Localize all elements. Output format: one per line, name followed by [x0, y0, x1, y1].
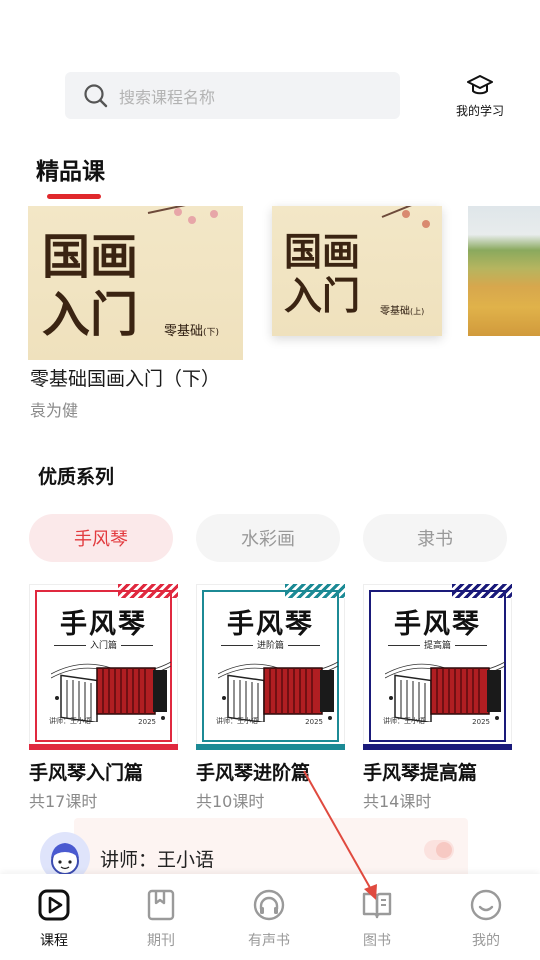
featured-course-teacher: 袁为健	[30, 401, 79, 420]
accordion-illustration	[51, 661, 171, 722]
series-cover-subtitle: 入门篇	[37, 638, 170, 651]
teacher-toggle[interactable]	[424, 840, 454, 860]
series-cover-subtitle: 进阶篇	[204, 638, 337, 651]
series-name: 手风琴提高篇	[363, 762, 478, 784]
course-cover: 国画 入门 零基础(下)	[28, 206, 243, 360]
tab-label: 有声书	[248, 933, 290, 949]
series-cover: 手风琴 进阶篇 讲师：王小语 2025	[202, 590, 339, 742]
cover-text-line2: 入门	[42, 287, 139, 343]
tab-label: 课程	[40, 933, 68, 949]
series-cover-teacher: 讲师：王小语	[49, 717, 91, 725]
course-cover: 国画 入门 零基础(上)	[272, 206, 442, 336]
graduation-cap-icon	[467, 75, 493, 95]
cover-part: (上)	[410, 307, 425, 316]
accordion-illustration	[385, 661, 505, 722]
series-cover: 手风琴 入门篇 讲师：王小语 2025	[35, 590, 172, 742]
series-cover-title: 手风琴	[227, 609, 314, 640]
headphones-icon	[253, 889, 285, 921]
tab-books[interactable]: 图书	[337, 888, 417, 950]
search-input[interactable]: 搜索课程名称	[65, 72, 400, 119]
cover-text-line1: 国画	[284, 229, 361, 274]
bottom-tab-bar: 课程 期刊 有声书 图书 我的	[0, 874, 540, 960]
featured-course-card[interactable]: 国画 入门 零基础(下)	[28, 206, 243, 360]
tab-label: 期刊	[147, 933, 175, 949]
featured-course-name: 零基础国画入门（下）	[30, 368, 221, 390]
series-cover-title: 手风琴	[60, 609, 147, 640]
my-learning-button[interactable]: 我的学习	[448, 72, 512, 122]
series-cover-title: 手风琴	[394, 609, 481, 640]
open-book-icon	[362, 892, 392, 919]
series-name: 手风琴进阶篇	[196, 762, 311, 784]
series-cover-teacher: 讲师：王小语	[383, 717, 425, 725]
search-placeholder: 搜索课程名称	[119, 87, 216, 107]
chip-accordion[interactable]: 手风琴	[29, 514, 173, 562]
series-cover-subtitle: 提高篇	[371, 638, 504, 651]
series-lesson-count: 共14课时	[363, 792, 432, 811]
play-square-icon	[38, 889, 70, 921]
cover-part: (下)	[203, 328, 220, 338]
tab-audiobooks[interactable]: 有声书	[229, 888, 309, 950]
series-cover-teacher: 讲师：王小语	[216, 717, 258, 725]
section-title-underline	[47, 194, 101, 199]
cover-text-line2: 入门	[284, 273, 361, 318]
series-cover-year: 2025	[138, 718, 156, 726]
tab-label: 图书	[363, 933, 391, 949]
search-icon	[84, 83, 108, 107]
section-title-featured: 精品课	[36, 159, 105, 185]
series-card[interactable]: 手风琴 提高篇 讲师：王小语 2025	[363, 584, 512, 750]
series-lesson-count: 共10课时	[196, 792, 265, 811]
series-lesson-count: 共17课时	[29, 792, 98, 811]
cover-text-line1: 国画	[42, 229, 139, 285]
featured-course-card[interactable]	[468, 206, 540, 336]
teacher-label: 讲师：王小语	[100, 849, 215, 871]
tab-mine[interactable]: 我的	[446, 888, 526, 950]
landscape-painting-cover	[468, 206, 540, 336]
chip-watercolor[interactable]: 水彩画	[196, 514, 340, 562]
series-cover: 手风琴 提高篇 讲师：王小语 2025	[369, 590, 506, 742]
series-name: 手风琴入门篇	[29, 762, 144, 784]
accordion-illustration	[218, 661, 338, 722]
my-learning-label: 我的学习	[455, 104, 504, 118]
tab-journals[interactable]: 期刊	[121, 888, 201, 950]
cover-tag: 零基础	[380, 306, 410, 317]
section-title-series: 优质系列	[38, 466, 115, 488]
featured-course-card[interactable]: 国画 入门 零基础(上)	[272, 206, 442, 336]
series-cover-year: 2025	[472, 718, 490, 726]
tab-courses[interactable]: 课程	[14, 888, 94, 950]
chip-clerical-script[interactable]: 隶书	[363, 514, 507, 562]
cover-tag: 零基础	[164, 324, 204, 339]
series-card[interactable]: 手风琴 入门篇 讲师：王小语 2025	[29, 584, 178, 750]
bookmark-book-icon	[147, 889, 175, 921]
smile-face-icon	[470, 889, 502, 921]
tab-label: 我的	[472, 933, 500, 949]
series-card[interactable]: 手风琴 进阶篇 讲师：王小语 2025	[196, 584, 345, 750]
series-cover-year: 2025	[305, 718, 323, 726]
